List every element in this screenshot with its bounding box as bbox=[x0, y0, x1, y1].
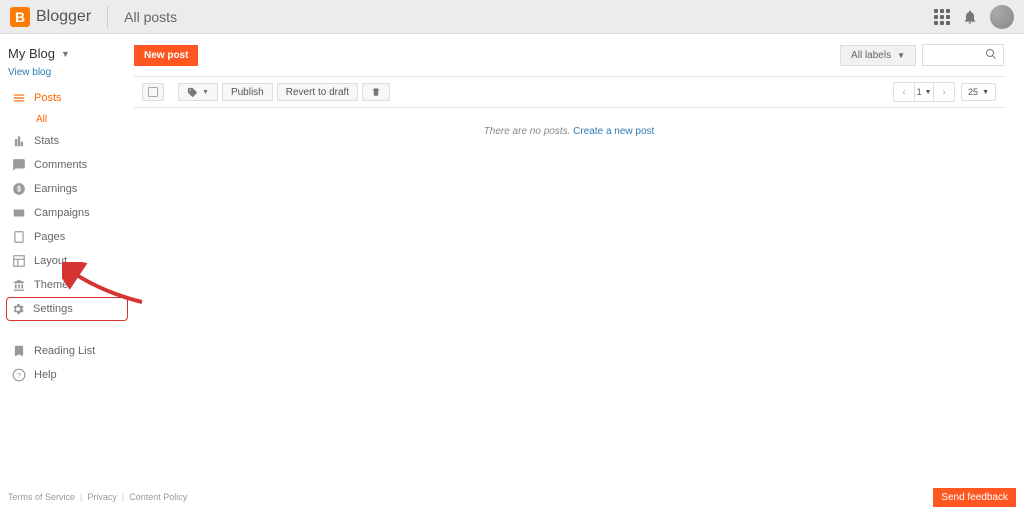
sidebar-item-stats[interactable]: Stats bbox=[8, 129, 126, 153]
pages-icon bbox=[12, 230, 26, 244]
sidebar-item-theme[interactable]: Theme bbox=[8, 273, 126, 297]
stats-icon bbox=[12, 134, 26, 148]
chevron-down-icon: ▼ bbox=[897, 51, 905, 60]
blog-selector[interactable]: My Blog ▼ bbox=[8, 42, 126, 65]
view-blog-link[interactable]: View blog bbox=[8, 65, 126, 86]
header-divider bbox=[107, 6, 108, 28]
sidebar-item-earnings[interactable]: Earnings bbox=[8, 177, 126, 201]
sidebar-item-label: Theme bbox=[34, 279, 68, 291]
content-area: New post All labels ▼ ▼ bbox=[130, 34, 1024, 487]
sidebar-item-campaigns[interactable]: Campaigns bbox=[8, 201, 126, 225]
sidebar-item-help[interactable]: ? Help bbox=[8, 363, 126, 387]
page-title: All posts bbox=[124, 9, 177, 25]
send-feedback-button[interactable]: Send feedback bbox=[933, 488, 1016, 507]
empty-text: There are no posts. bbox=[484, 126, 571, 137]
bookmark-icon bbox=[12, 344, 26, 358]
chevron-down-icon: ▼ bbox=[982, 89, 989, 96]
sidebar-item-reading-list[interactable]: Reading List bbox=[8, 339, 126, 363]
publish-button[interactable]: Publish bbox=[222, 83, 273, 101]
trash-icon bbox=[371, 87, 381, 97]
tag-dropdown-button[interactable]: ▼ bbox=[178, 83, 218, 101]
sidebar-item-label: Campaigns bbox=[34, 207, 90, 219]
pager-prev-button[interactable]: ‹ bbox=[894, 83, 914, 101]
sidebar-item-label: Reading List bbox=[34, 345, 95, 357]
select-all-checkbox[interactable] bbox=[142, 83, 164, 101]
footer: Terms of Service | Privacy | Content Pol… bbox=[0, 487, 1024, 507]
labels-dropdown-label: All labels bbox=[851, 50, 891, 61]
delete-button[interactable] bbox=[362, 83, 390, 101]
sidebar-item-comments[interactable]: Comments bbox=[8, 153, 126, 177]
pager-next-button[interactable]: › bbox=[934, 83, 954, 101]
sidebar-item-pages[interactable]: Pages bbox=[8, 225, 126, 249]
theme-icon bbox=[12, 278, 26, 292]
search-input[interactable] bbox=[922, 44, 1004, 66]
pager: ‹ 1▼ › bbox=[893, 82, 955, 102]
search-icon bbox=[985, 48, 997, 63]
sidebar-item-label: Help bbox=[34, 369, 57, 381]
sidebar: My Blog ▼ View blog Posts All Stats Comm… bbox=[0, 34, 130, 487]
new-post-button[interactable]: New post bbox=[134, 45, 198, 66]
sidebar-item-layout[interactable]: Layout bbox=[8, 249, 126, 273]
avatar[interactable] bbox=[990, 5, 1014, 29]
empty-state: There are no posts. Create a new post bbox=[134, 108, 1004, 155]
blogger-logo-icon: B bbox=[10, 7, 30, 27]
help-icon: ? bbox=[12, 368, 26, 382]
campaigns-icon bbox=[12, 206, 26, 220]
comments-icon bbox=[12, 158, 26, 172]
posts-toolbar: ▼ Publish Revert to draft ‹ 1▼ › 25▼ bbox=[134, 76, 1004, 108]
sidebar-item-label: Posts bbox=[34, 92, 62, 104]
apps-icon[interactable] bbox=[934, 9, 950, 25]
content-policy-link[interactable]: Content Policy bbox=[129, 492, 187, 502]
sidebar-item-label: Earnings bbox=[34, 183, 77, 195]
posts-icon bbox=[12, 91, 26, 105]
sidebar-item-settings[interactable]: Settings bbox=[6, 297, 128, 321]
sidebar-item-label: Pages bbox=[34, 231, 65, 243]
revert-button[interactable]: Revert to draft bbox=[277, 83, 358, 101]
chevron-down-icon: ▼ bbox=[202, 89, 209, 96]
chevron-down-icon: ▼ bbox=[61, 49, 70, 59]
tag-icon bbox=[187, 87, 198, 98]
sidebar-item-label: Layout bbox=[34, 255, 67, 267]
privacy-link[interactable]: Privacy bbox=[87, 492, 117, 502]
create-post-link[interactable]: Create a new post bbox=[573, 126, 654, 137]
labels-dropdown[interactable]: All labels ▼ bbox=[840, 45, 916, 66]
sidebar-item-label: Comments bbox=[34, 159, 87, 171]
chevron-down-icon: ▼ bbox=[925, 89, 932, 96]
blog-name: My Blog bbox=[8, 46, 55, 61]
app-header: B Blogger All posts bbox=[0, 0, 1024, 34]
layout-icon bbox=[12, 254, 26, 268]
gear-icon bbox=[11, 302, 25, 316]
terms-link[interactable]: Terms of Service bbox=[8, 492, 75, 502]
sidebar-sub-all[interactable]: All bbox=[8, 110, 126, 129]
sidebar-item-posts[interactable]: Posts bbox=[8, 86, 126, 110]
notifications-icon[interactable] bbox=[962, 9, 978, 25]
earnings-icon bbox=[12, 182, 26, 196]
svg-text:?: ? bbox=[17, 371, 21, 380]
sidebar-item-label: Settings bbox=[33, 303, 73, 315]
logo-text: Blogger bbox=[36, 8, 91, 26]
sidebar-item-label: Stats bbox=[34, 135, 59, 147]
pager-current[interactable]: 1▼ bbox=[914, 83, 934, 101]
page-size-dropdown[interactable]: 25▼ bbox=[961, 83, 996, 101]
